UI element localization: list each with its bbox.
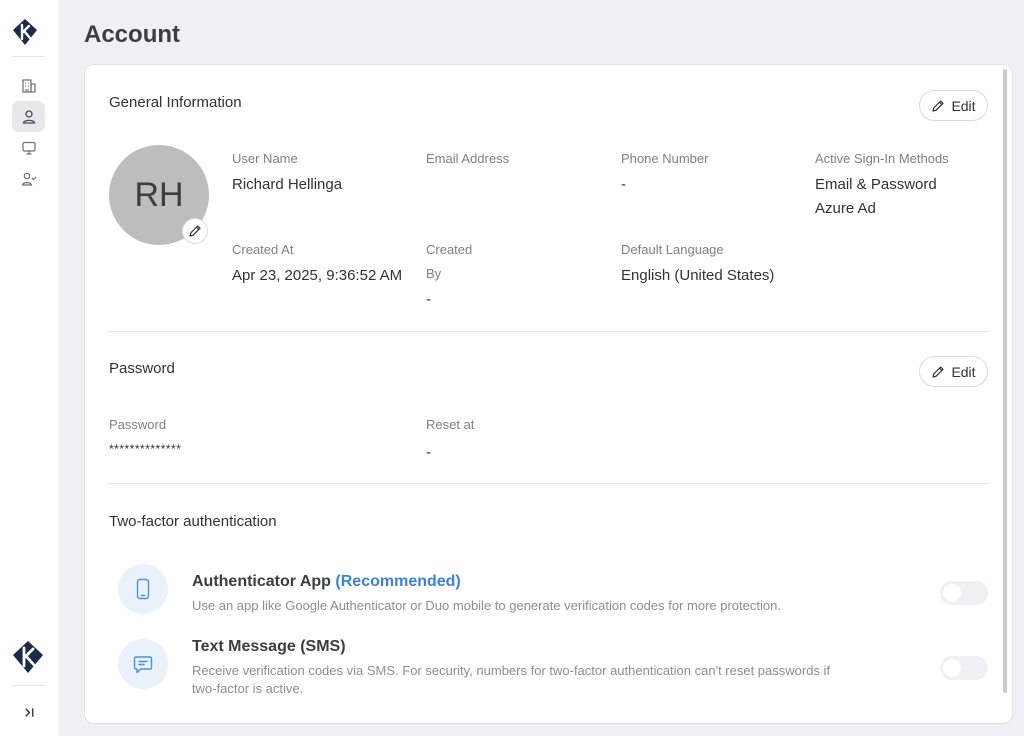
- edit-password-button[interactable]: Edit: [919, 356, 988, 387]
- reset-at-label: Reset at: [426, 417, 475, 432]
- created-at-label: Created At: [232, 242, 294, 257]
- password-label: Password: [109, 417, 167, 432]
- email-label: Email Address: [426, 151, 510, 166]
- reset-at-value: -: [426, 444, 431, 461]
- sidebar-item-users[interactable]: [12, 163, 45, 194]
- sign-in-method-item: Azure Ad: [815, 200, 876, 217]
- account-card: General Information Edit RH User Name Ri…: [84, 64, 1013, 724]
- pencil-icon: [932, 99, 945, 112]
- sign-in-methods-label: Active Sign-In Methods: [815, 151, 949, 166]
- authenticator-app-title: Authenticator App (Recommended): [192, 573, 461, 591]
- user-name-label: User Name: [232, 151, 298, 166]
- authenticator-app-label: Authenticator App: [192, 573, 331, 590]
- scrollbar[interactable]: [1003, 69, 1007, 693]
- edit-avatar-button[interactable]: [182, 218, 208, 244]
- sidebar: [0, 0, 60, 736]
- user-check-icon: [21, 172, 36, 186]
- sign-in-method-item: Email & Password: [815, 176, 937, 193]
- toggle-knob: [943, 659, 961, 677]
- two-factor-title: Two-factor authentication: [109, 513, 277, 530]
- sms-title: Text Message (SMS): [192, 638, 346, 655]
- language-value: English (United States): [621, 267, 775, 284]
- phone-label: Phone Number: [621, 151, 709, 166]
- sms-description: Receive verification codes via SMS. For …: [192, 663, 831, 678]
- section-divider: [109, 483, 989, 484]
- monitor-icon: [21, 141, 36, 155]
- sidebar-item-account[interactable]: [12, 101, 45, 132]
- general-info-title: General Information: [109, 94, 242, 111]
- sms-icon-wrap: [118, 639, 168, 689]
- authenticator-app-icon-wrap: [118, 564, 168, 614]
- password-title: Password: [109, 360, 175, 377]
- created-by-label-2: By: [426, 266, 442, 281]
- collapse-sidebar-button[interactable]: [18, 702, 40, 722]
- sidebar-divider: [12, 56, 45, 57]
- collapse-icon: [24, 707, 33, 717]
- toggle-knob: [943, 584, 961, 602]
- edit-label: Edit: [951, 97, 976, 114]
- authenticator-app-description: Use an app like Google Authenticator or …: [192, 598, 781, 613]
- user-icon: [22, 109, 35, 124]
- brand-logo-icon[interactable]: [12, 18, 38, 46]
- page-title: Account: [84, 21, 180, 48]
- section-divider: [109, 331, 989, 332]
- authenticator-app-toggle[interactable]: [940, 581, 988, 605]
- phone-value: -: [621, 176, 626, 193]
- sms-toggle[interactable]: [940, 656, 988, 680]
- user-name-value: Richard Hellinga: [232, 176, 343, 193]
- sms-description-2: two-factor is active.: [192, 681, 304, 696]
- avatar-initials: RH: [134, 175, 184, 214]
- language-label: Default Language: [621, 242, 724, 257]
- sidebar-divider: [12, 685, 45, 686]
- sidebar-item-devices[interactable]: [12, 132, 45, 163]
- building-icon: [21, 78, 36, 93]
- created-by-value: -: [426, 291, 431, 308]
- pencil-icon: [932, 365, 945, 378]
- sidebar-item-organization[interactable]: [12, 70, 45, 101]
- password-value: **************: [109, 442, 182, 456]
- message-icon: [133, 656, 153, 674]
- pencil-icon: [189, 225, 201, 237]
- edit-general-button[interactable]: Edit: [919, 90, 988, 121]
- created-by-label: Created: [426, 242, 473, 257]
- brand-logo-large-icon: [12, 640, 44, 674]
- phone-icon: [136, 578, 150, 600]
- created-at-value: Apr 23, 2025, 9:36:52 AM: [232, 267, 403, 284]
- edit-label: Edit: [951, 363, 976, 380]
- recommended-badge: (Recommended): [335, 573, 461, 590]
